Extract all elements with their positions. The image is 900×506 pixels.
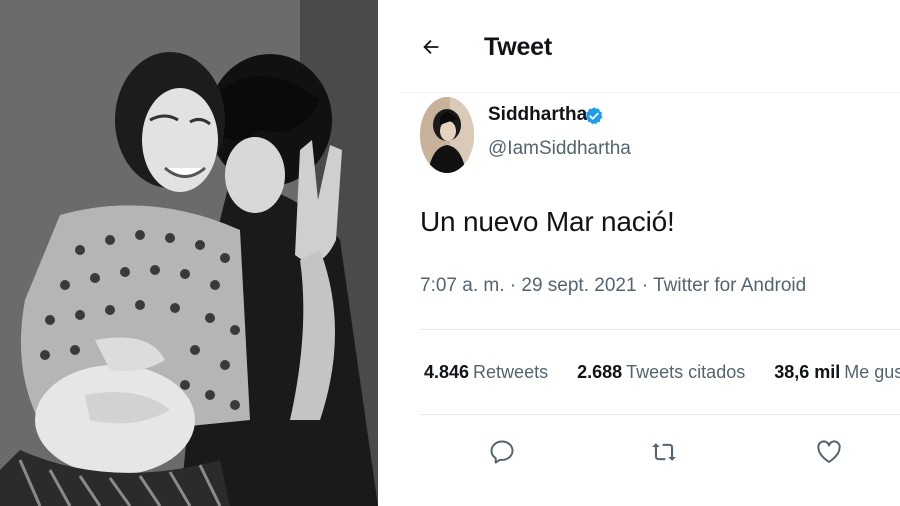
reply-icon[interactable] [488,438,516,466]
meta-separator: · [509,275,517,296]
retweets-count: 4.846 [424,362,470,382]
tweet-time[interactable]: 7:07 a. m. [420,275,505,296]
avatar[interactable] [420,97,474,173]
tweet-meta: 7:07 a. m. · 29 sept. 2021 · Twitter for… [420,275,806,297]
divider [420,329,900,330]
tweet-stats: 4.846 Retweets 2.688 Tweets citados 38,6 m… [424,362,900,383]
divider [420,414,900,415]
meta-separator: · [641,275,649,296]
tweet-source[interactable]: Twitter for Android [653,275,806,296]
header-divider [400,92,900,93]
verified-badge-icon [585,107,603,125]
quote-tweets-stat[interactable]: 2.688 Tweets citados [577,362,745,383]
likes-label: Me gusta [844,362,900,382]
likes-count: 38,6 mil [774,362,841,382]
retweets-label: Retweets [473,362,549,382]
tweet-panel: Tweet Siddhartha @IamSiddhartha Un nuevo… [400,0,900,506]
like-icon[interactable] [815,438,843,466]
quote-tweets-label: Tweets citados [626,362,746,382]
quote-tweets-count: 2.688 [577,362,623,382]
tweet-header: Tweet [400,0,900,94]
tweet-date[interactable]: 29 sept. 2021 [521,275,636,296]
avatar-image [420,97,474,173]
author-handle[interactable]: @IamSiddhartha [488,138,631,160]
image-gap [378,0,400,506]
retweet-icon[interactable] [650,438,678,466]
author-name[interactable]: Siddhartha [488,104,587,126]
tweet-text: Un nuevo Mar nació! [420,206,675,237]
likes-stat[interactable]: 38,6 milMe gusta [774,362,900,383]
tweet-actions [400,434,900,474]
retweets-stat[interactable]: 4.846 Retweets [424,362,548,383]
couple-photo-illustration [0,0,378,506]
arrow-left-icon[interactable] [420,36,442,58]
couple-photo [0,0,378,506]
page-title: Tweet [484,33,552,61]
